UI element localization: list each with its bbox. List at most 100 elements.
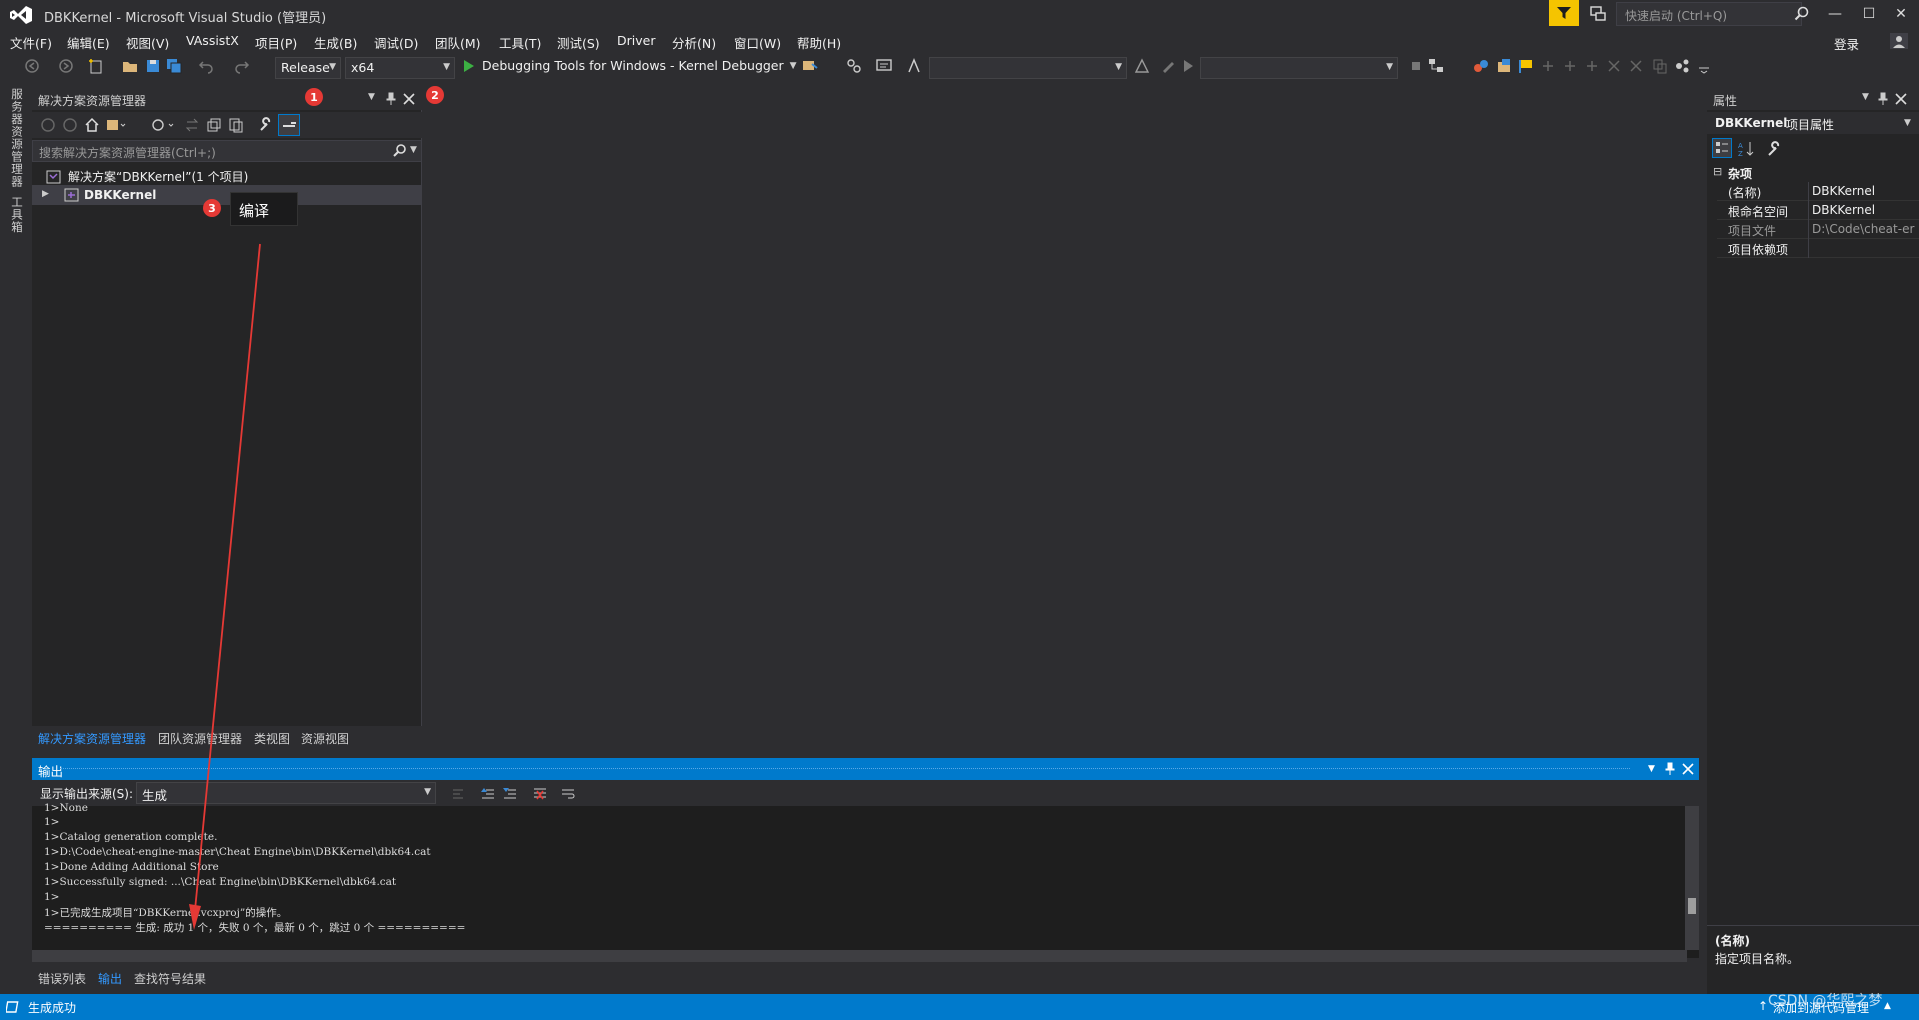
alphabetical-button[interactable]: AZ <box>1737 140 1755 158</box>
platform-combo[interactable]: x64 ▼ <box>345 57 455 79</box>
output-scroll-thumb[interactable] <box>1688 898 1696 914</box>
menu-vassistx[interactable]: VAssistX <box>186 33 239 48</box>
back-icon[interactable] <box>40 117 56 133</box>
pending-changes-icon[interactable] <box>150 117 174 133</box>
step-icon[interactable] <box>846 58 862 74</box>
tree-item-solution[interactable]: 解决方案“DBKKernel”(1 个项目) <box>46 168 248 185</box>
forward-icon[interactable] <box>62 117 78 133</box>
find-combo[interactable]: ▼ <box>929 57 1127 79</box>
breakpoint-icon[interactable] <box>1134 58 1150 74</box>
flag-icon[interactable] <box>1518 58 1534 74</box>
next-message-icon[interactable] <box>502 786 518 802</box>
menu-analyze[interactable]: 分析(N) <box>672 33 716 52</box>
menu-driver[interactable]: Driver <box>617 33 655 48</box>
menu-tools[interactable]: 工具(T) <box>499 33 541 52</box>
home-icon[interactable] <box>84 117 100 133</box>
wrench-icon[interactable] <box>1766 140 1784 158</box>
chevron-down-icon[interactable]: ▼ <box>410 145 417 155</box>
feedback-icon[interactable] <box>1588 4 1610 24</box>
maximize-button[interactable]: ☐ <box>1851 0 1887 28</box>
collapse-all-icon[interactable] <box>206 117 222 133</box>
word-wrap-icon[interactable] <box>560 786 576 802</box>
stop-icon[interactable] <box>1408 58 1424 74</box>
copy-icon[interactable] <box>1652 58 1668 74</box>
forward-icon[interactable] <box>58 58 74 74</box>
menu-window[interactable]: 窗口(W) <box>734 33 781 52</box>
categorized-button[interactable] <box>1712 138 1732 158</box>
chevron-up-icon[interactable]: ▲ <box>1884 1001 1891 1011</box>
property-grid-divider[interactable] <box>1808 182 1809 258</box>
undo-icon[interactable] <box>198 58 214 74</box>
new-project-icon[interactable] <box>88 58 104 74</box>
search-icon[interactable] <box>392 143 408 159</box>
chevron-down-icon[interactable]: ▼ <box>368 92 375 102</box>
solution-search-input[interactable]: 搜索解决方案资源管理器(Ctrl+;) <box>32 140 422 162</box>
quick-launch-input[interactable]: 快速启动 (Ctrl+Q) <box>1616 2 1802 26</box>
redo-icon[interactable] <box>234 58 250 74</box>
menu-edit[interactable]: 编辑(E) <box>67 33 110 52</box>
pin-icon[interactable] <box>384 92 398 106</box>
bookmark-toggle-icon[interactable] <box>1628 58 1644 74</box>
sync-icon[interactable] <box>184 117 200 133</box>
wrench-icon[interactable] <box>258 117 274 133</box>
user-icon[interactable] <box>1889 32 1909 50</box>
comment-icon[interactable] <box>876 58 892 74</box>
chevron-down-icon[interactable]: ▼ <box>1648 764 1655 774</box>
login-link[interactable]: 登录 <box>1834 34 1859 53</box>
find-message-icon[interactable] <box>450 786 466 802</box>
tab-solution-explorer[interactable]: 解决方案资源管理器 <box>38 730 146 747</box>
bookmark-clear-icon[interactable] <box>1606 58 1622 74</box>
start-debugging-button[interactable]: Debugging Tools for Windows - Kernel Deb… <box>462 58 797 73</box>
save-all-icon[interactable] <box>166 58 182 74</box>
output-vertical-scrollbar[interactable] <box>1685 806 1699 950</box>
show-all-files-icon[interactable] <box>228 117 244 133</box>
format-icon[interactable] <box>906 58 922 74</box>
tab-error-list[interactable]: 错误列表 <box>38 970 86 987</box>
filter-icon[interactable] <box>1549 0 1579 26</box>
back-icon[interactable] <box>24 58 40 74</box>
tab-output[interactable]: 输出 <box>98 970 122 987</box>
network-icon[interactable] <box>1674 58 1690 74</box>
expand-arrow-icon[interactable]: ▶ <box>42 189 49 199</box>
toolbox-tab[interactable]: 工具箱 <box>9 196 25 234</box>
driver-deploy-icon[interactable] <box>1473 58 1489 74</box>
play-icon[interactable] <box>1180 58 1196 74</box>
switch-views-icon[interactable] <box>106 117 126 133</box>
package-icon[interactable] <box>1496 58 1512 74</box>
menu-help[interactable]: 帮助(H) <box>797 33 841 52</box>
configuration-combo[interactable]: Release ▼ <box>275 57 341 79</box>
chevron-down-icon[interactable]: ▼ <box>1862 92 1869 102</box>
server-explorer-tab[interactable]: 服务器资源管理器 <box>9 88 25 188</box>
preview-selected-button[interactable] <box>278 114 300 136</box>
bookmark-next-icon[interactable] <box>1562 58 1578 74</box>
menu-build[interactable]: 生成(B) <box>314 33 357 52</box>
pin-icon[interactable] <box>1876 92 1890 106</box>
menu-project[interactable]: 项目(P) <box>255 33 297 52</box>
properties-description-divider[interactable] <box>1707 925 1919 926</box>
menu-view[interactable]: 视图(V) <box>126 33 169 52</box>
collapse-category-icon[interactable]: ⊟ <box>1713 165 1722 178</box>
tab-resource-view[interactable]: 资源视图 <box>301 730 349 747</box>
menu-debug[interactable]: 调试(D) <box>374 33 418 52</box>
pencil-icon[interactable] <box>1160 58 1176 74</box>
menu-test[interactable]: 测试(S) <box>557 33 600 52</box>
tab-find-symbol-results[interactable]: 查找符号结果 <box>134 970 206 987</box>
chevron-down-icon[interactable]: ▼ <box>1904 118 1911 128</box>
toolbar-overflow-icon[interactable] <box>1696 58 1712 74</box>
target-combo[interactable]: ▼ <box>1200 57 1398 79</box>
search-icon[interactable] <box>1793 5 1811 23</box>
bookmark-icon[interactable] <box>1540 58 1556 74</box>
minimize-button[interactable]: — <box>1817 0 1853 28</box>
close-window-button[interactable]: ✕ <box>1883 0 1919 28</box>
save-icon[interactable] <box>145 58 161 74</box>
arrow-up-icon[interactable]: ↑ <box>1758 999 1768 1013</box>
close-icon[interactable] <box>402 92 416 106</box>
close-icon[interactable] <box>1681 762 1695 776</box>
bookmark-prev-icon[interactable] <box>1584 58 1600 74</box>
hierarchy-icon[interactable] <box>1428 58 1444 74</box>
pin-icon[interactable] <box>1663 762 1677 776</box>
browser-link-icon[interactable] <box>802 58 818 74</box>
prev-message-icon[interactable] <box>480 786 496 802</box>
menu-team[interactable]: 团队(M) <box>435 33 481 52</box>
clear-all-icon[interactable] <box>532 786 548 802</box>
